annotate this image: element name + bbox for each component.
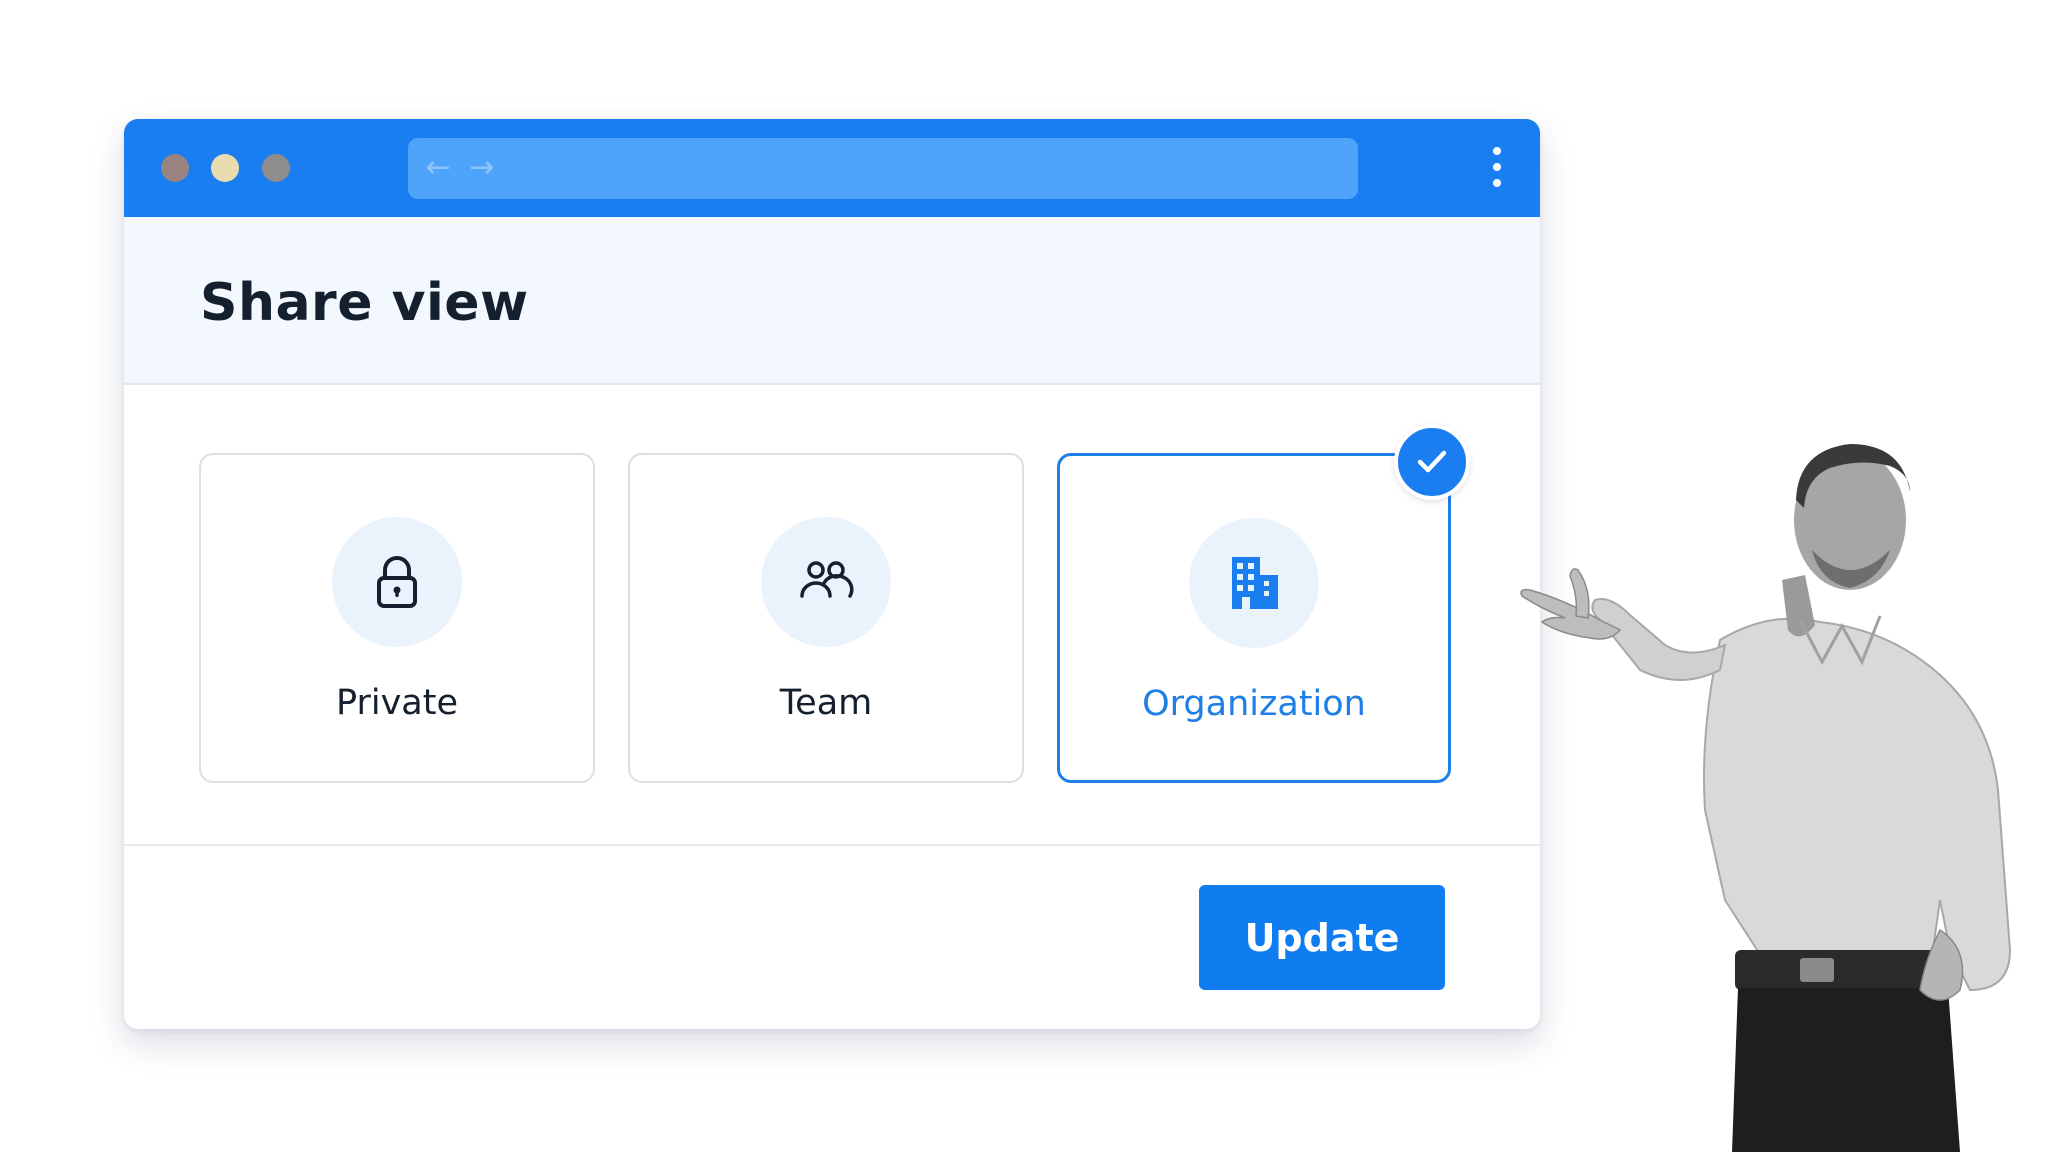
- update-button[interactable]: Update: [1199, 885, 1445, 990]
- selected-check-icon: [1394, 424, 1470, 500]
- window-minimize-dot[interactable]: [211, 154, 239, 182]
- address-bar[interactable]: ← →: [408, 138, 1358, 199]
- icon-circle: [761, 517, 891, 647]
- icon-circle: [1189, 518, 1319, 648]
- window-close-dot[interactable]: [161, 154, 189, 182]
- browser-window: ← → Share view Private Team Organization…: [124, 119, 1540, 1029]
- icon-circle: [332, 517, 462, 647]
- presenter-photo: [1520, 444, 2012, 1152]
- option-card-private[interactable]: Private: [199, 453, 595, 783]
- dialog-title: Share view: [200, 273, 529, 333]
- more-menu-icon[interactable]: [1490, 145, 1504, 191]
- lock-icon: [377, 556, 417, 608]
- option-card-team[interactable]: Team: [628, 453, 1024, 783]
- option-card-organization[interactable]: Organization: [1057, 453, 1451, 783]
- users-icon: [800, 561, 854, 598]
- window-maximize-dot[interactable]: [262, 154, 290, 182]
- building-icon: [1232, 557, 1278, 609]
- option-label: Private: [335, 683, 459, 723]
- forward-arrow-icon[interactable]: →: [466, 152, 498, 184]
- browser-titlebar: ← →: [124, 119, 1540, 217]
- stage: ← → Share view Private Team Organization…: [0, 0, 2048, 1152]
- footer-divider: [124, 844, 1540, 846]
- dialog-header: Share view: [124, 217, 1540, 385]
- option-label: Team: [779, 683, 873, 723]
- back-arrow-icon[interactable]: ←: [422, 152, 454, 184]
- option-label: Organization: [1142, 684, 1366, 724]
